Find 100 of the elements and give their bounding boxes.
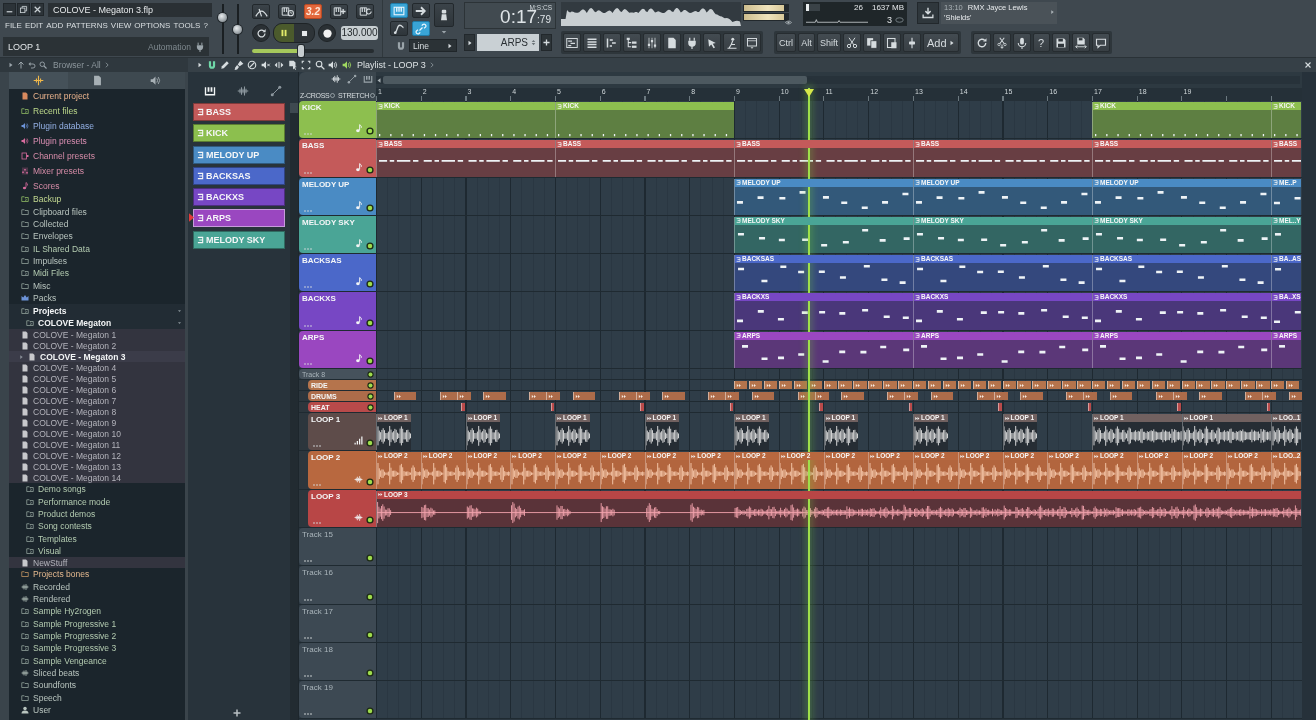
browser-item[interactable]: Current project	[9, 89, 185, 104]
grip-dots-icon[interactable]	[304, 636, 312, 639]
toolbar-button[interactable]	[883, 33, 901, 52]
eye-icon[interactable]	[784, 19, 793, 26]
browser-item[interactable]: Backup	[9, 193, 185, 206]
led-icon[interactable]	[366, 439, 374, 448]
led-icon[interactable]	[366, 127, 374, 136]
add-button[interactable]: Add	[923, 33, 959, 52]
pattern-selector[interactable]: ARPS	[477, 34, 539, 51]
horizontal-scrollbar[interactable]	[376, 76, 1300, 84]
grip-dots-icon[interactable]	[304, 248, 312, 251]
toolbar-button[interactable]	[1091, 33, 1110, 52]
track-header[interactable]: Track 16	[299, 566, 376, 604]
browser-item[interactable]: Recent files	[9, 103, 185, 119]
track-header[interactable]: BACKSAS	[299, 254, 376, 292]
browser-item[interactable]: Recorded	[9, 580, 185, 593]
track-header[interactable]: Track 19	[299, 681, 376, 719]
minimize-button[interactable]	[3, 3, 16, 16]
toolbar-button[interactable]	[663, 33, 681, 52]
caret-down-icon[interactable]	[441, 29, 447, 35]
modifier-button[interactable]: Ctrl	[776, 33, 796, 52]
record-option-button[interactable]	[278, 4, 296, 19]
modifier-button[interactable]: Shift	[817, 33, 841, 52]
browser-item[interactable]: Visual	[9, 544, 185, 558]
browser-item[interactable]: Song contests	[9, 520, 185, 533]
pitch-slider[interactable]	[233, 4, 242, 54]
chevron-right-icon[interactable]	[429, 62, 436, 68]
toolbar-button[interactable]	[583, 33, 601, 52]
grip-dots-icon[interactable]	[304, 209, 312, 212]
browser-item[interactable]: Misc	[9, 279, 185, 292]
playhead[interactable]	[807, 88, 810, 720]
record-option-button[interactable]	[252, 4, 270, 19]
vertical-scrollbar[interactable]	[1302, 72, 1316, 720]
toolbar-button[interactable]	[603, 33, 621, 52]
browser-item[interactable]: Sample Progressive 2	[9, 629, 185, 643]
toolbar-button[interactable]	[903, 33, 921, 52]
browser-item[interactable]: COLOVE - Megaton 13	[9, 461, 185, 472]
grip-dots-icon[interactable]	[313, 521, 321, 524]
toolbar-button[interactable]	[723, 33, 741, 52]
track-header[interactable]: ARPS	[299, 330, 376, 369]
toolbar-button[interactable]	[843, 33, 861, 52]
slider-handle[interactable]	[218, 13, 227, 22]
led-icon[interactable]	[366, 242, 374, 251]
slider-handle[interactable]	[233, 24, 242, 34]
help-button[interactable]: ?	[1032, 33, 1050, 52]
caret-right-icon[interactable]	[8, 62, 14, 68]
toolbar-button[interactable]	[623, 33, 641, 52]
browser-item[interactable]: Impulses	[9, 254, 185, 268]
browser-item[interactable]: Sample Progressive 3	[9, 642, 185, 655]
pattern-item[interactable]: BACKSAS	[193, 166, 285, 185]
browser-item[interactable]: COLOVE - Megaton 9	[9, 417, 185, 428]
slider-handle[interactable]	[297, 45, 304, 57]
browser-item[interactable]: Soundfonts	[9, 679, 185, 692]
pattern-item[interactable]: BACKXS	[193, 188, 285, 207]
playhead-marker-icon[interactable]	[803, 89, 814, 97]
browser-item[interactable]: Plugin presets	[9, 133, 185, 149]
speaker-icon[interactable]	[341, 60, 352, 70]
led-icon[interactable]	[366, 592, 374, 601]
menu-item[interactable]: FILE	[5, 20, 22, 32]
grip-dots-icon[interactable]	[313, 483, 321, 486]
led-icon[interactable]	[367, 403, 374, 411]
snap-dropdown[interactable]: Line	[409, 39, 457, 52]
browser-item[interactable]: COLOVE - Megaton 10	[9, 428, 185, 439]
search-icon[interactable]	[314, 60, 325, 70]
browser-item[interactable]: Sample Hy2rogen	[9, 605, 185, 618]
led-icon[interactable]	[366, 165, 374, 174]
browser-item[interactable]: Channel presets	[9, 148, 185, 164]
undo-arrow-icon[interactable]	[28, 61, 36, 69]
led-icon[interactable]	[366, 357, 374, 366]
led-icon[interactable]	[366, 554, 374, 563]
mode-button[interactable]	[434, 3, 454, 27]
toolbar-button[interactable]	[992, 33, 1011, 52]
track-header[interactable]: LOOP 2	[308, 451, 376, 489]
led-icon[interactable]	[367, 392, 374, 400]
browser-item[interactable]: COLOVE - Megaton 4	[9, 362, 185, 373]
led-icon[interactable]	[367, 381, 374, 389]
led-icon[interactable]	[366, 477, 374, 486]
track-header[interactable]: BASS	[299, 139, 376, 177]
menu-item[interactable]: PATTERNS	[66, 20, 108, 32]
modifier-button[interactable]: Alt	[798, 33, 815, 52]
grip-dots-icon[interactable]	[304, 675, 312, 678]
led-icon[interactable]	[367, 370, 374, 378]
track-header[interactable]: BACKXS	[299, 292, 376, 330]
browser-item[interactable]: COLOVE - Megaton 11	[9, 439, 185, 450]
scrollbar-thumb[interactable]	[383, 76, 807, 84]
menu-item[interactable]: VIEW	[110, 20, 132, 32]
toolbar-button[interactable]	[1051, 33, 1070, 52]
speaker-cross-icon[interactable]	[260, 60, 271, 70]
grip-dots-icon[interactable]	[304, 133, 312, 136]
led-icon[interactable]	[366, 318, 374, 327]
browser-item[interactable]: COLOVE - Megaton 1	[9, 329, 185, 340]
led-icon[interactable]	[366, 630, 374, 639]
no-sign-icon[interactable]	[247, 60, 257, 70]
toolbar-button[interactable]	[1071, 33, 1090, 52]
browser-item[interactable]: Templates	[9, 532, 185, 545]
curve-line-icon[interactable]	[347, 74, 357, 84]
record-option-button[interactable]	[330, 4, 348, 19]
restore-button[interactable]	[17, 3, 30, 16]
pattern-arrow-button[interactable]	[464, 34, 475, 51]
pattern-item[interactable]: BASS	[193, 103, 285, 121]
